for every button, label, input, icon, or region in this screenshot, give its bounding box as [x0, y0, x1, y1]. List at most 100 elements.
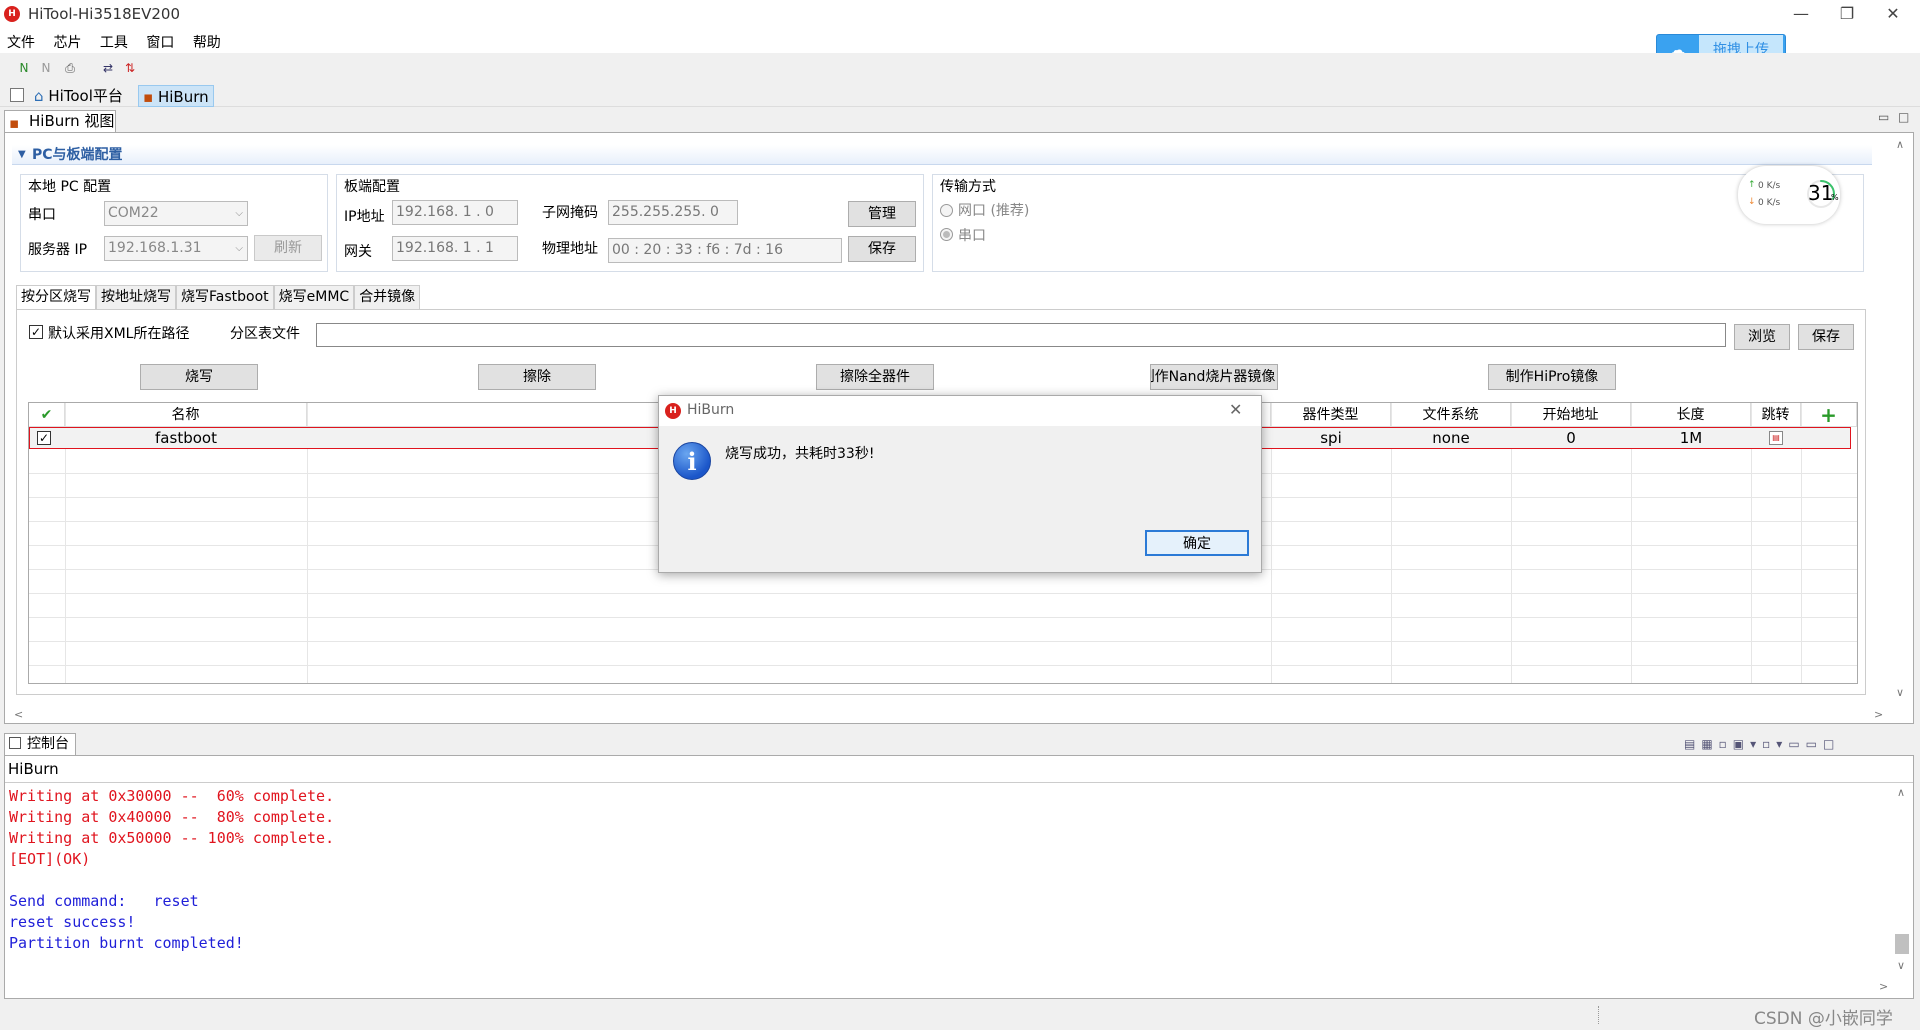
- scroll-left-icon[interactable]: <: [14, 708, 23, 721]
- hitool-logo-icon: H: [4, 6, 20, 22]
- dialog-message: 烧写成功，共耗时33秒!: [725, 446, 875, 462]
- console-line: Writing at 0x30000 -- 60% complete.: [9, 787, 335, 805]
- dialog-close-icon[interactable]: ✕: [1229, 400, 1242, 419]
- console-line: [EOT](OK): [9, 850, 91, 868]
- burn-mode-tabs: 按分区烧写 按地址烧写 烧写Fastboot 烧写eMMC 合并镜像: [16, 285, 421, 309]
- board-save-button[interactable]: 保存: [848, 236, 916, 262]
- partition-file-input[interactable]: [316, 323, 1726, 347]
- home-icon: ⌂: [34, 87, 44, 105]
- header-file-system: 文件系统: [1391, 403, 1511, 427]
- mac-label: 物理地址: [542, 241, 598, 257]
- row-checkbox[interactable]: ✓: [37, 431, 51, 445]
- gateway-field[interactable]: 192.168. 1 . 1: [392, 236, 518, 261]
- console-scroll-up-icon[interactable]: ∧: [1897, 786, 1905, 799]
- refresh-button[interactable]: 刷新: [254, 235, 322, 261]
- erase-button[interactable]: 擦除: [478, 364, 596, 390]
- serial-radio-label: 串口: [958, 228, 986, 244]
- row-device-type: spi: [1320, 429, 1342, 447]
- console-line: Send command: reset: [9, 892, 199, 910]
- grid-line: [29, 593, 1857, 594]
- pc-board-config-header[interactable]: ▼ PC与板端配置: [12, 145, 1872, 165]
- open-perspective-icon[interactable]: [10, 88, 24, 102]
- ok-button[interactable]: 确定: [1145, 530, 1249, 556]
- console-tab[interactable]: 控制台: [4, 733, 76, 755]
- serial-radio[interactable]: [940, 228, 953, 241]
- tab-address-burn[interactable]: 按地址烧写: [96, 285, 176, 309]
- collapse-arrow-icon: ▼: [18, 149, 26, 160]
- header-device-type: 器件类型: [1271, 403, 1391, 427]
- console-toolbar-icons[interactable]: ▤▦▫▣▾▫▾▭▭□: [1684, 737, 1840, 751]
- view-minimize-icon[interactable]: ▭: [1878, 110, 1889, 124]
- tab-fastboot-burn[interactable]: 烧写Fastboot: [176, 285, 274, 309]
- xml-save-button[interactable]: 保存: [1798, 324, 1854, 350]
- row-file-system: none: [1432, 429, 1470, 447]
- make-hipro-image-button[interactable]: 制作HiPro镜像: [1488, 364, 1616, 390]
- transfer-icon[interactable]: ⇄: [100, 60, 116, 76]
- connect-icon[interactable]: N: [16, 60, 32, 76]
- cpu-percent: 31: [1808, 181, 1834, 205]
- partition-file-label: 分区表文件: [230, 326, 300, 342]
- status-separator: [1598, 1006, 1599, 1024]
- local-pc-title: 本地 PC 配置: [28, 179, 112, 195]
- tab-merge-image[interactable]: 合并镜像: [354, 285, 421, 309]
- console-header: HiBurn: [8, 760, 59, 778]
- erase-all-button[interactable]: 擦除全器件: [816, 364, 934, 390]
- port-label: 串口: [28, 207, 56, 223]
- ip-field[interactable]: 192.168. 1 . 0: [392, 200, 518, 225]
- watermark: CSDN @小嵌同学: [1754, 1009, 1893, 1029]
- manage-button[interactable]: 管理: [848, 201, 916, 227]
- network-radio[interactable]: [940, 204, 953, 217]
- console-panel: HiBurn Writing at 0x30000 -- 60% complet…: [4, 755, 1914, 999]
- transfer-title: 传输方式: [940, 179, 996, 195]
- console-scroll-right-icon[interactable]: >: [1879, 980, 1888, 993]
- make-nand-image-button[interactable]: 制作Nand烧片器镜像: [1150, 364, 1278, 390]
- print-icon[interactable]: ⎙: [62, 60, 78, 76]
- chevron-down-icon: ⌵: [235, 243, 243, 254]
- tab-emmc-burn[interactable]: 烧写eMMC: [273, 285, 355, 309]
- hiburn-view-tab[interactable]: ▪ HiBurn 视图: [4, 110, 116, 132]
- minimize-button[interactable]: —: [1778, 0, 1824, 28]
- grid-line: [29, 641, 1857, 642]
- scroll-down-icon[interactable]: ∨: [1896, 686, 1904, 699]
- console-scroll-down-icon[interactable]: ∨: [1897, 959, 1905, 972]
- console-line: reset success!: [9, 913, 136, 931]
- menu-tools[interactable]: 工具: [93, 28, 135, 56]
- menu-window[interactable]: 窗口: [139, 28, 181, 56]
- subnet-field[interactable]: 255.255.255. 0: [608, 200, 738, 225]
- server-ip-value: 192.168.1.31: [108, 240, 202, 256]
- close-button[interactable]: ✕: [1870, 0, 1916, 28]
- gateway-label: 网关: [344, 244, 372, 260]
- default-xml-path-label: 默认采用XML所在路径: [48, 326, 190, 342]
- perspective-hitool[interactable]: ⌂ HiTool平台: [30, 85, 127, 107]
- server-ip-select[interactable]: 192.168.1.31 ⌵: [104, 236, 248, 261]
- menu-help[interactable]: 帮助: [186, 28, 228, 56]
- perspective-hiburn[interactable]: ▪ HiBurn: [138, 85, 214, 107]
- perspective-bar: ⌂ HiTool平台 ▪ HiBurn: [0, 83, 1920, 107]
- upload-arrow-icon: ↑: [1748, 180, 1756, 190]
- default-xml-path-checkbox[interactable]: ✓: [29, 325, 43, 339]
- jump-icon[interactable]: ▤: [1769, 431, 1783, 445]
- select-all-check-icon[interactable]: ✔: [29, 403, 65, 427]
- row-name: fastboot: [155, 429, 217, 447]
- port-select[interactable]: COM22 ⌵: [104, 201, 248, 226]
- disconnect-icon[interactable]: N: [38, 60, 54, 76]
- tab-partition-burn[interactable]: 按分区烧写: [16, 285, 96, 309]
- menu-bar: 文件 芯片 工具 窗口 帮助: [0, 28, 1920, 53]
- cpu-percent-unit: %: [1831, 193, 1839, 202]
- console-scrollbar-thumb[interactable]: [1895, 934, 1909, 954]
- browse-button[interactable]: 浏览: [1734, 324, 1790, 350]
- status-bar: CSDN @小嵌同学: [0, 1000, 1920, 1030]
- add-row-plus-icon[interactable]: +: [1801, 403, 1857, 427]
- scroll-up-icon[interactable]: ∧: [1896, 138, 1904, 151]
- menu-chip[interactable]: 芯片: [46, 28, 88, 56]
- view-maximize-icon[interactable]: □: [1898, 110, 1909, 124]
- dialog-body: i 烧写成功，共耗时33秒! 确定: [659, 426, 1261, 572]
- scroll-right-icon[interactable]: >: [1874, 708, 1883, 721]
- download-arrow-icon: ↓: [1748, 197, 1756, 207]
- updown-icon[interactable]: ⇅: [122, 60, 138, 76]
- toolbar: N N ⎙ ⇄ ⇅: [0, 53, 1920, 83]
- mac-field[interactable]: 00 : 20 : 33 : f6 : 7d : 16: [608, 238, 842, 263]
- menu-file[interactable]: 文件: [0, 28, 42, 56]
- burn-button[interactable]: 烧写: [140, 364, 258, 390]
- restore-button[interactable]: ❐: [1824, 0, 1870, 28]
